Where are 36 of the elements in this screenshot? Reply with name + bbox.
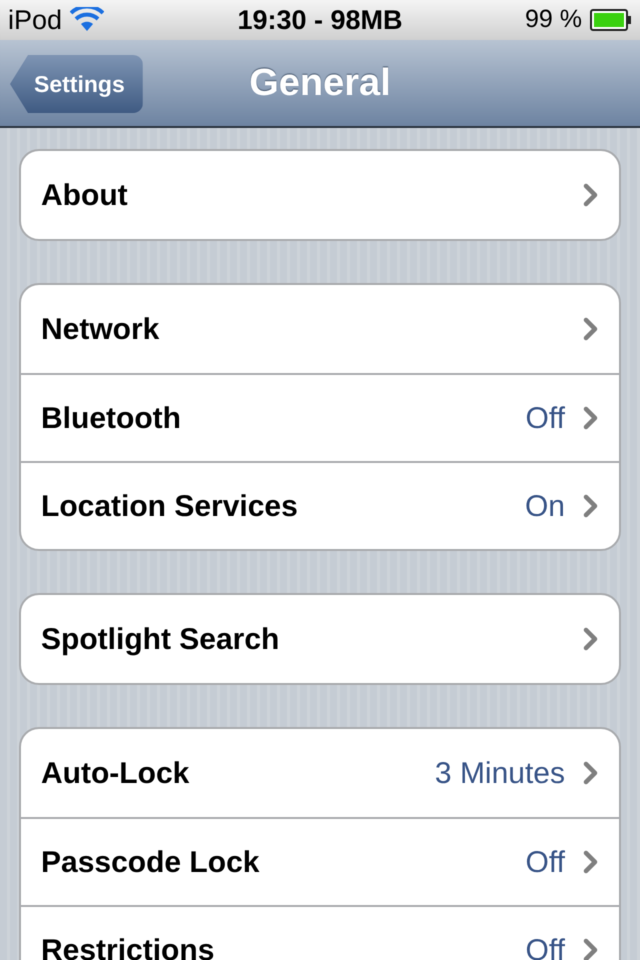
nav-title: General bbox=[249, 60, 391, 106]
row-label: About bbox=[41, 178, 129, 214]
row-value: 3 Minutes bbox=[434, 756, 565, 792]
chevron-icon bbox=[583, 494, 599, 518]
row-value: On bbox=[524, 488, 565, 524]
row-label: Location Services bbox=[41, 488, 299, 524]
row-label: Restrictions bbox=[41, 932, 216, 960]
chevron-icon bbox=[583, 761, 599, 785]
carrier-text: iPod bbox=[8, 4, 62, 37]
settings-row[interactable]: About bbox=[21, 151, 619, 239]
wifi-icon bbox=[70, 7, 104, 33]
settings-row[interactable]: Restrictions Off bbox=[21, 905, 619, 960]
row-label: Passcode Lock bbox=[41, 844, 260, 880]
chevron-icon bbox=[583, 406, 599, 430]
row-label: Network bbox=[41, 312, 160, 348]
status-time: 19:30 - 98MB bbox=[237, 4, 403, 37]
back-button[interactable]: Settings bbox=[10, 55, 143, 113]
row-value: Off bbox=[526, 932, 565, 960]
chevron-icon bbox=[583, 938, 599, 960]
row-label: Auto-Lock bbox=[41, 756, 190, 792]
settings-row[interactable]: Location Services On bbox=[21, 461, 619, 549]
chevron-icon bbox=[583, 850, 599, 874]
settings-row[interactable]: Bluetooth Off bbox=[21, 373, 619, 461]
chevron-icon bbox=[583, 627, 599, 651]
settings-row[interactable]: Passcode Lock Off bbox=[21, 817, 619, 905]
row-label: Bluetooth bbox=[41, 400, 182, 436]
settings-row[interactable]: Spotlight Search bbox=[21, 595, 619, 683]
row-value: Off bbox=[526, 844, 565, 880]
battery-percent: 99 % bbox=[525, 4, 582, 36]
chevron-icon bbox=[583, 317, 599, 341]
battery-icon bbox=[590, 9, 632, 31]
row-label: Spotlight Search bbox=[41, 622, 280, 658]
chevron-icon bbox=[583, 183, 599, 207]
settings-row[interactable]: Auto-Lock 3 Minutes bbox=[21, 729, 619, 817]
row-value: Off bbox=[526, 400, 565, 436]
settings-row[interactable]: Network bbox=[21, 285, 619, 373]
